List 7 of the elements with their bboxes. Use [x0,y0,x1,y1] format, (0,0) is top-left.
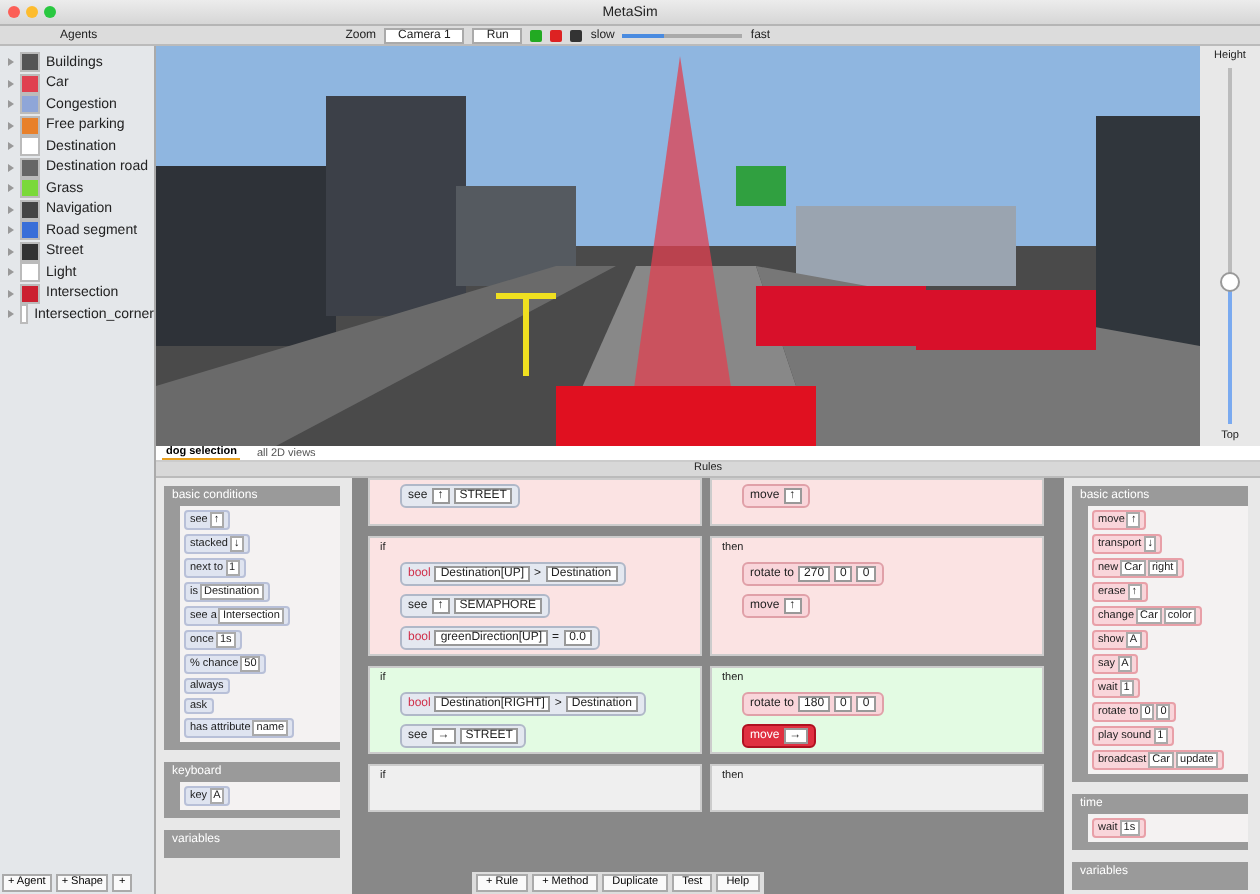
play-icon[interactable] [530,29,543,41]
step-icon[interactable] [570,29,583,41]
slider-thumb[interactable] [1220,271,1240,292]
stop-icon[interactable] [550,29,563,41]
close-button[interactable] [8,6,20,18]
minimize-button[interactable] [26,6,38,18]
zoom-button[interactable] [44,6,56,18]
